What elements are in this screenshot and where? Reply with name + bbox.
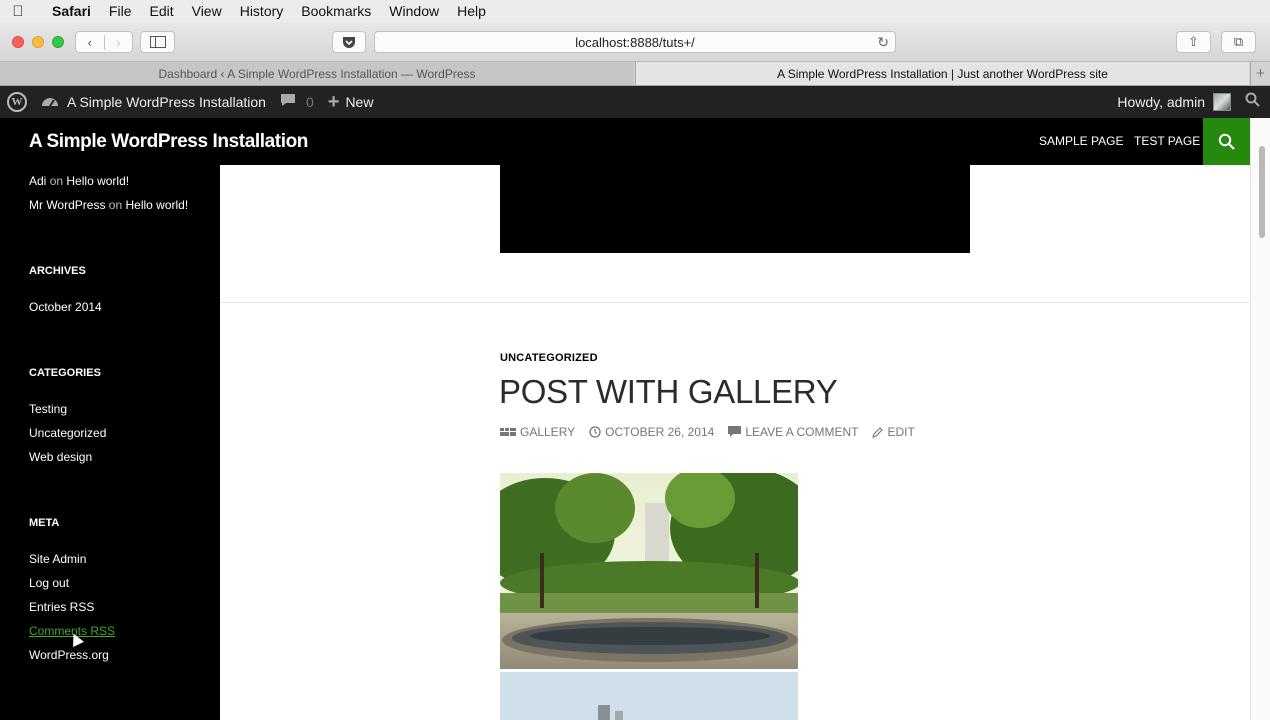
search-toggle-button[interactable] [1203,118,1250,165]
post-title-link[interactable]: POST WITH GALLERY [499,373,838,411]
category-link-testing[interactable]: Testing [29,402,67,416]
archives-heading: ARCHIVES [29,265,86,277]
tab-label: Dashboard ‹ A Simple WordPress Installat… [158,66,476,81]
wp-logo-menu[interactable]: W [0,86,34,118]
leave-comment-link[interactable]: LEAVE A COMMENT [728,425,858,439]
category-link-web-design[interactable]: Web design [29,450,92,464]
comment-icon [728,426,742,437]
menu-edit[interactable]: Edit [140,3,182,19]
tab-label: A Simple WordPress Installation | Just a… [777,66,1108,81]
forward-button[interactable]: › [103,34,133,50]
admin-bar-right: Howdy, admin [1117,86,1270,118]
tab-bar: Dashboard ‹ A Simple WordPress Installat… [0,62,1270,86]
previous-post-thumbnail[interactable] [500,165,970,253]
meta-heading: META [29,517,60,529]
sidebar-icon [149,36,166,48]
post-divider [220,302,1250,303]
main-content: UNCATEGORIZED POST WITH GALLERY GALLERY … [220,165,1250,720]
menu-view[interactable]: View [183,3,231,19]
menu-safari[interactable]: Safari [36,3,100,19]
menu-file[interactable]: File [100,3,141,19]
menu-history[interactable]: History [231,3,293,19]
pencil-icon [872,426,884,438]
tab-dashboard[interactable]: Dashboard ‹ A Simple WordPress Installat… [0,62,634,85]
gallery-icon [500,428,516,436]
new-label: New [345,94,374,110]
comment-on-text: on [49,174,64,188]
share-button[interactable]: ⇧ [1176,31,1211,53]
back-button[interactable]: ‹ [76,35,104,50]
categories-heading: CATEGORIES [29,367,101,379]
macos-menubar:  Safari File Edit View History Bookmark… [0,0,1270,22]
category-link-uncategorized[interactable]: Uncategorized [29,426,106,440]
comment-post-link[interactable]: Hello world! [66,174,129,188]
site-header: A Simple WordPress Installation SAMPLE P… [0,118,1250,165]
comment-bubble-icon [280,93,296,111]
site-title-link[interactable]: A Simple WordPress Installation [29,131,308,153]
post-date-link[interactable]: OCTOBER 26, 2014 [589,425,714,439]
search-icon [1218,133,1235,150]
site-name-label: A Simple WordPress Installation [67,94,266,110]
plus-icon: + [327,90,340,113]
nav-test-page[interactable]: TEST PAGE [1134,134,1200,148]
minimize-window-button[interactable] [32,36,44,48]
dashboard-icon [41,93,59,111]
comment-author-link[interactable]: Mr WordPress [29,198,105,212]
meta-link-wordpress-org[interactable]: WordPress.org [29,648,109,662]
browser-toolbar: ‹ › localhost:8888/tuts+/ ↻ ⇧ ⧉ [0,22,1270,62]
scrollbar-thumb[interactable] [1259,146,1265,238]
clock-icon [589,426,601,438]
share-icon: ⇧ [1188,34,1199,49]
pocket-button[interactable] [332,31,366,53]
recent-comment-item: Adi on Hello world! [29,174,129,188]
post-meta: GALLERY OCTOBER 26, 2014 LEAVE A COMMENT… [500,425,929,439]
menu-bookmarks[interactable]: Bookmarks [292,3,380,19]
zoom-window-button[interactable] [52,36,64,48]
recent-comment-item: Mr WordPress on Hello world! [29,198,188,212]
avatar[interactable] [1213,93,1231,111]
gallery-image[interactable] [500,473,798,720]
menu-help[interactable]: Help [448,3,495,19]
widget-sidebar: Adi on Hello world! Mr WordPress on Hell… [0,165,220,720]
post-date-label: OCTOBER 26, 2014 [605,425,715,439]
reload-icon[interactable]: ↻ [877,34,889,51]
comment-on-text: on [108,198,123,212]
admin-bar-site-name[interactable]: A Simple WordPress Installation [34,86,273,118]
post-format-label: GALLERY [520,425,576,439]
page-scrollbar[interactable] [1250,118,1270,720]
park-photo [500,473,798,720]
meta-link-log-out[interactable]: Log out [29,576,69,590]
tab-site[interactable]: A Simple WordPress Installation | Just a… [635,62,1249,85]
admin-bar-comments[interactable]: 0 [273,86,321,118]
search-icon[interactable] [1245,92,1260,112]
comments-count: 0 [305,94,314,110]
show-sidebar-button[interactable] [140,31,175,53]
show-all-tabs-button[interactable]: ⧉ [1221,31,1256,53]
edit-label: EDIT [887,425,915,439]
wordpress-logo-icon: W [7,92,27,112]
back-forward-group: ‹ › [75,31,133,53]
address-bar[interactable]: localhost:8888/tuts+/ ↻ [374,31,896,53]
menu-window[interactable]: Window [380,3,448,19]
comment-author-link[interactable]: Adi [29,174,46,188]
meta-link-entries-rss[interactable]: Entries RSS [29,600,94,614]
comment-post-link[interactable]: Hello world! [126,198,189,212]
tabs-icon: ⧉ [1233,34,1244,49]
meta-link-site-admin[interactable]: Site Admin [29,552,86,566]
url-text: localhost:8888/tuts+/ [575,34,695,50]
archive-link[interactable]: October 2014 [29,300,102,314]
admin-bar-new[interactable]: + New [321,86,381,118]
wp-admin-bar: W A Simple WordPress Installation 0 + Ne… [0,86,1270,118]
leave-comment-label: LEAVE A COMMENT [745,425,859,439]
howdy-account-link[interactable]: Howdy, admin [1117,94,1205,110]
close-window-button[interactable] [12,36,24,48]
post-category-link[interactable]: UNCATEGORIZED [500,352,598,364]
apple-menu-icon[interactable]:  [0,3,36,20]
nav-sample-page[interactable]: SAMPLE PAGE [1039,134,1123,148]
post-format-link[interactable]: GALLERY [500,425,575,439]
edit-post-link[interactable]: EDIT [872,425,915,439]
pocket-icon [343,36,355,48]
new-tab-button[interactable]: + [1250,62,1270,85]
